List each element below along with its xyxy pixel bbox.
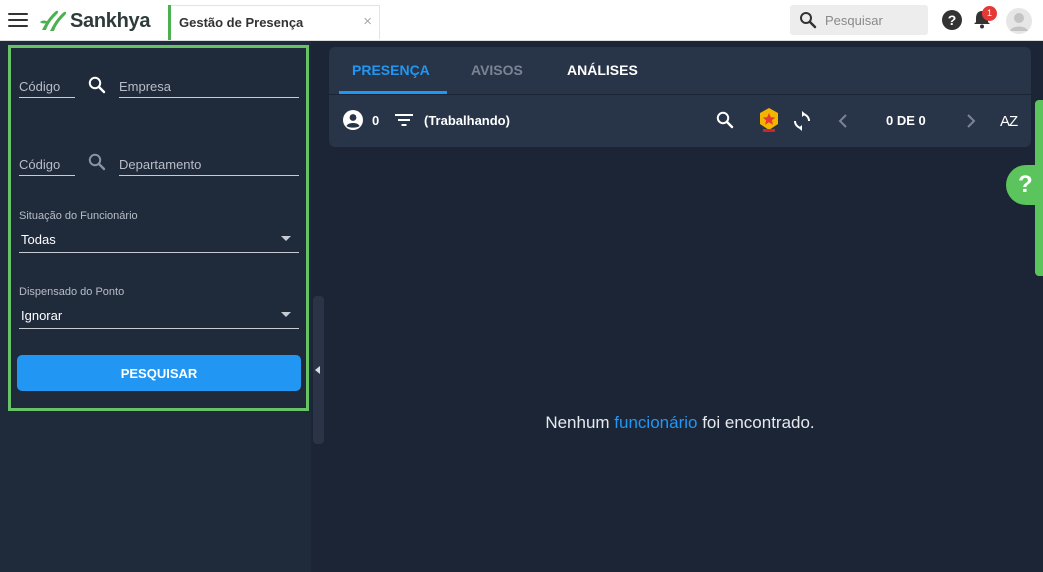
dispensado-underline [19,328,299,329]
empty-msg-before: Nenhum [545,413,615,432]
avatar-icon[interactable] [1006,8,1032,34]
tab-analises[interactable]: ANÁLISES [567,62,638,78]
filter-status-label: (Trabalhando) [424,113,510,128]
presence-card: PRESENÇA AVISOS ANÁLISES 0 (Trabalhando)… [329,47,1031,147]
search-input[interactable] [825,11,920,29]
empty-msg-after: foi encontrado. [697,413,815,432]
situacao-underline [19,252,299,253]
help-icon[interactable]: ? [1006,165,1043,205]
pesquisar-button[interactable]: PESQUISAR [17,355,301,391]
tab-presenca[interactable]: PRESENÇA [352,62,430,78]
sort-az-icon[interactable]: AZ [1000,113,1018,130]
empresa-name-underline [119,97,299,98]
search-icon[interactable] [88,76,106,94]
tab-divider [329,94,1031,95]
collapse-panel-handle[interactable] [313,296,324,444]
empresa-code-field[interactable]: Código [19,79,60,94]
empty-msg-highlight: funcionário [614,413,698,432]
search-icon[interactable] [88,153,106,171]
sankhya-logo-icon [40,10,67,32]
hamburger-icon[interactable] [8,13,28,29]
departamento-name-underline [119,175,299,176]
empresa-code-underline [19,97,75,98]
situacao-select[interactable]: Todas [19,226,299,252]
close-icon[interactable]: × [363,13,372,30]
chevron-down-icon [281,312,291,317]
chevron-right-icon[interactable] [966,114,976,128]
filter-icon[interactable] [395,113,413,127]
collapse-left-icon [315,366,320,374]
departamento-code-field[interactable]: Código [19,157,60,172]
departamento-code-underline [19,175,75,176]
user-circle-icon [343,110,363,130]
situacao-label: Situação do Funcionário [19,210,138,222]
pagination-label: 0 DE 0 [886,113,926,128]
employee-count: 0 [372,113,380,128]
notification-badge: 1 [982,6,997,21]
chevron-left-icon[interactable] [838,114,848,128]
chevron-down-icon [281,236,291,241]
search-icon [800,12,817,29]
dispensado-value: Ignorar [21,308,63,323]
refresh-icon[interactable] [793,111,811,131]
document-tab[interactable]: Gestão de Presença × [168,5,380,40]
help-icon[interactable]: ? [942,10,962,30]
brand-logo[interactable]: Sankhya [38,8,150,34]
empresa-name-field[interactable]: Empresa [119,79,171,94]
tab-avisos[interactable]: AVISOS [471,62,523,78]
departamento-name-field[interactable]: Departamento [119,157,201,172]
situacao-value: Todas [21,232,56,247]
brand-name: Sankhya [70,9,151,32]
empty-state-message: Nenhum funcionário foi encontrado. [329,413,1031,433]
document-tab-title: Gestão de Presença [179,15,304,30]
badge-star-icon[interactable] [757,107,781,133]
dispensado-select[interactable]: Ignorar [19,302,299,328]
search-icon[interactable] [716,111,734,129]
dispensado-label: Dispensado do Ponto [19,286,125,298]
global-search[interactable] [790,5,928,35]
top-bar: Sankhya Gestão de Presença × ? 1 [0,0,1043,41]
